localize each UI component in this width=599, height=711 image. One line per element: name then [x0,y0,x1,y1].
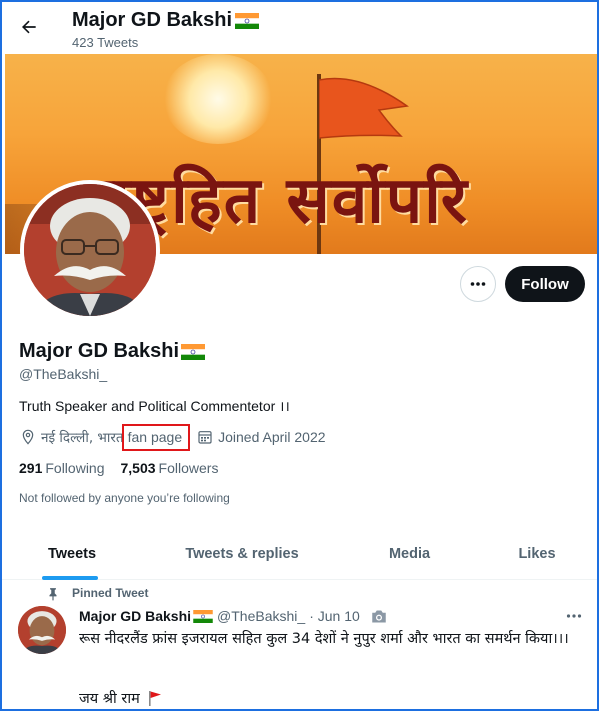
following-count: 291 [19,460,43,476]
more-options-button[interactable] [460,266,496,302]
tab-label: Likes [518,546,556,562]
not-followed-note: Not followed by anyone you’re following [19,491,230,505]
profile-meta: नई दिल्ली, भारत fan page Joined April 20… [19,423,326,451]
tweet-author-name: Major GD Bakshi [79,608,192,624]
tab-tweets[interactable]: Tweets [2,530,142,580]
tab-likes[interactable]: Likes [477,530,597,578]
ellipsis-icon [470,282,486,286]
red-flag-icon [148,691,161,706]
profile-avatar[interactable] [20,180,160,320]
india-flag-icon [193,609,213,623]
tab-tweets-replies[interactable]: Tweets & replies [142,530,342,578]
calendar-icon [196,428,214,446]
profile-bio: Truth Speaker and Political Commentetor … [19,398,290,414]
profile-handle: @TheBakshi_ [19,366,108,382]
tweet-more-button[interactable] [562,606,586,626]
tweet-text: रूस नीदरलैंड फ्रांस इजरायल सहित कुल 34 द… [79,631,569,647]
profile-name-text: Major GD Bakshi [19,340,180,362]
profile-joined: Joined April 2022 [218,429,326,445]
profile-location: नई दिल्ली, भारत [41,430,124,446]
tweet-header: Major GD Bakshi @TheBakshi_ · Jun 10 [79,608,388,624]
tab-label: Media [388,546,431,562]
tweet-date[interactable]: · Jun 10 [309,608,360,624]
follow-stats: 291 Following 7,503 Followers [19,460,218,476]
banner-sun [163,54,273,144]
india-flag-icon [235,12,260,29]
tab-media[interactable]: Media [342,530,477,578]
tweet-author[interactable]: Major GD Bakshi [79,608,213,624]
following-label: Following [45,460,105,476]
pin-icon [49,588,57,601]
followers-link[interactable]: 7,503 Followers [121,460,219,476]
profile-page: Major GD Bakshi 423 Tweets राष्ट्रहित सर… [0,0,599,711]
tweet-handle[interactable]: @TheBakshi_ [217,608,305,624]
ellipsis-icon [566,614,582,618]
followers-label: Followers [158,460,219,476]
tab-label: Tweets & replies [185,546,299,562]
profile-website-link[interactable]: fan page [121,423,191,451]
pinned-label: Pinned Tweet [49,586,149,601]
tab-label: Tweets [47,546,97,562]
arrow-left-icon [22,20,36,34]
tweet-text-2: जय श्री राम [79,691,140,707]
banner-saffron-flag [319,77,409,139]
pinned-text: Pinned Tweet [72,586,149,600]
location-pin-icon [19,428,37,446]
tweet-count: 423 Tweets [72,35,139,50]
back-button[interactable] [16,14,42,40]
following-link[interactable]: 291 Following [19,460,105,476]
follow-button[interactable]: Follow [505,266,585,302]
avatar-photo [24,184,156,316]
tweet-text-line2: जय श्री राम [79,688,162,708]
tweet-avatar[interactable] [18,606,66,654]
header-title: Major GD Bakshi [72,9,260,32]
camera-icon [370,609,388,624]
profile-tabs: Tweets Tweets & replies Media Likes [2,530,597,580]
top-bar: Major GD Bakshi 423 Tweets [2,2,597,54]
followers-count: 7,503 [120,460,156,476]
active-tab-indicator [42,576,98,580]
header-name: Major GD Bakshi [72,9,233,31]
tweet-avatar-photo [18,606,66,654]
india-flag-icon [181,343,206,360]
profile-name: Major GD Bakshi [19,340,206,363]
